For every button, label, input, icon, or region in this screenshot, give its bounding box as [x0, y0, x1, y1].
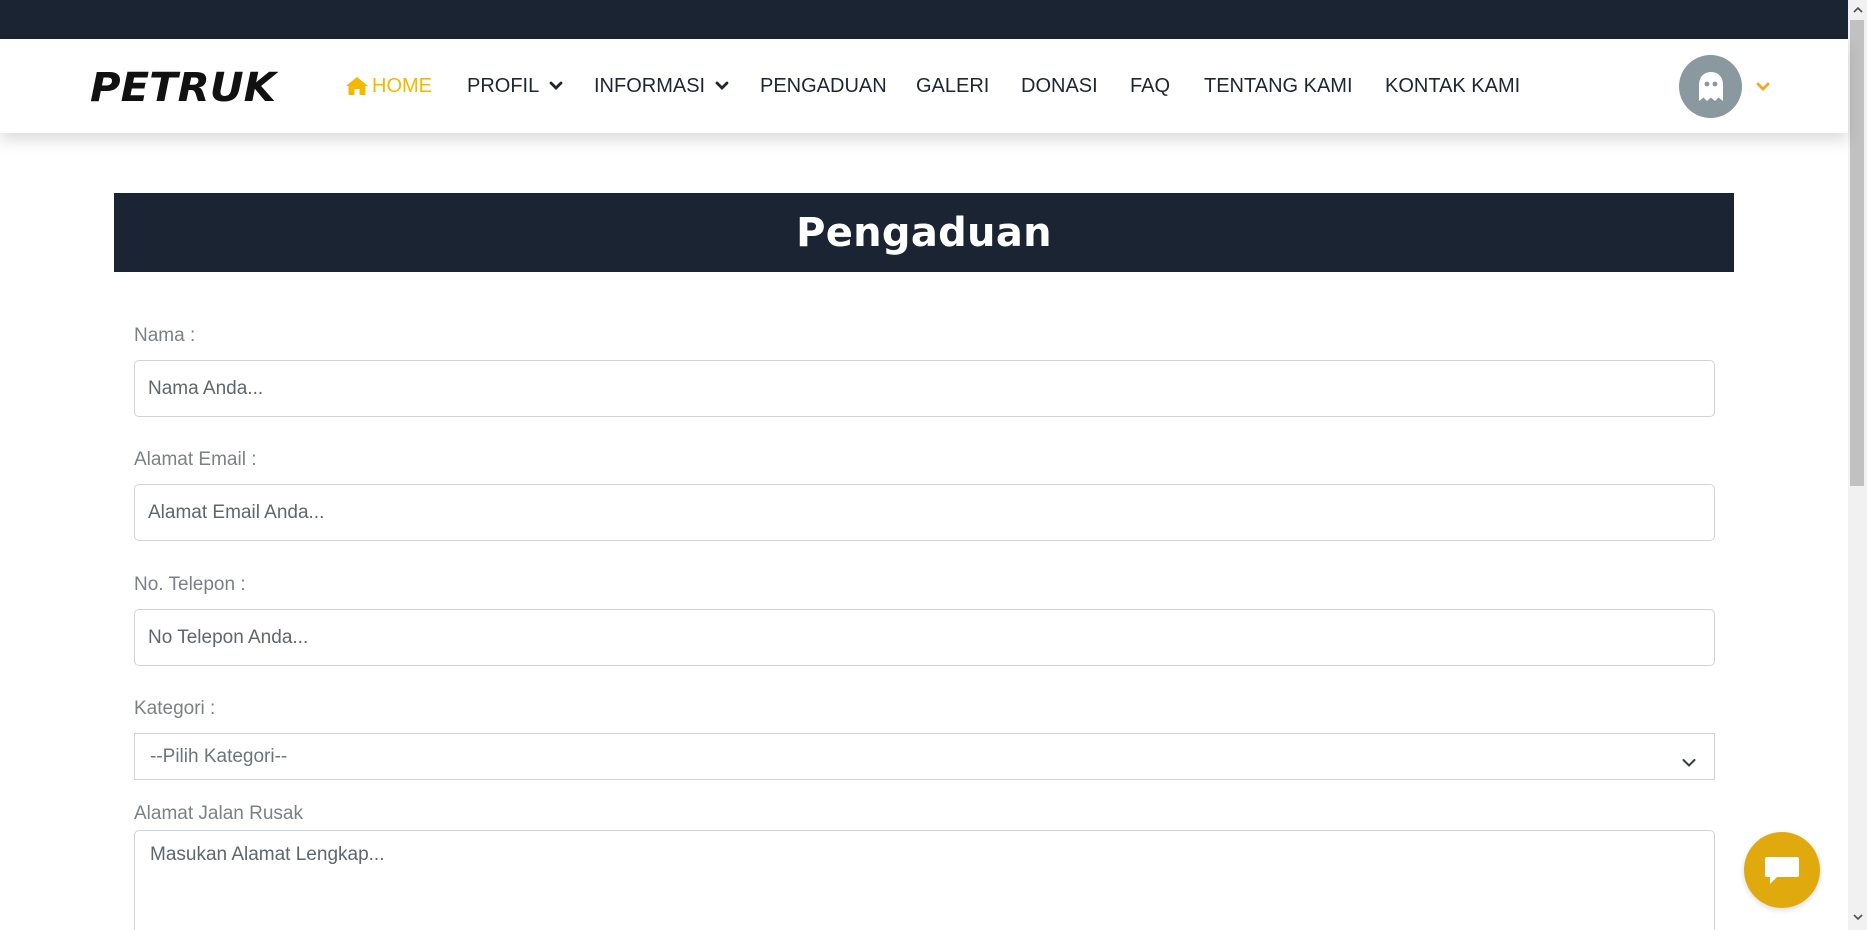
home-icon — [345, 76, 369, 96]
page-title-banner: Pengaduan — [114, 193, 1734, 272]
user-avatar[interactable] — [1679, 55, 1742, 118]
nama-field[interactable] — [134, 360, 1715, 417]
chat-bubble-icon — [1765, 857, 1799, 884]
nama-label: Nama : — [134, 325, 196, 346]
logo-text: PETRUK — [90, 65, 278, 109]
logo-wordmark: PETRUK — [90, 65, 278, 109]
nav-pengaduan-label: PENGADUAN — [760, 74, 887, 97]
nav-faq-label: FAQ — [1130, 74, 1171, 97]
alamat-label: Alamat Jalan Rusak — [134, 803, 303, 824]
email-label: Alamat Email : — [134, 449, 257, 470]
page-title: Pengaduan — [796, 209, 1052, 256]
scroll-up-arrow-icon[interactable] — [1848, 6, 1867, 16]
nav-tentang-kami[interactable]: TENTANG KAMI — [1204, 39, 1353, 133]
chevron-down-icon — [549, 81, 563, 91]
nav-donasi[interactable]: DONASI — [1021, 39, 1098, 133]
telepon-label: No. Telepon : — [134, 574, 246, 595]
nav-profil-label: PROFIL — [467, 74, 540, 97]
email-field[interactable] — [134, 484, 1715, 541]
nav-galeri[interactable]: GALERI — [916, 39, 989, 133]
kategori-select[interactable]: --Pilih Kategori-- — [134, 733, 1715, 780]
nav-donasi-label: DONASI — [1021, 74, 1098, 97]
nav-home-label: HOME — [372, 74, 432, 97]
telepon-field[interactable] — [134, 609, 1715, 666]
scroll-down-arrow-icon[interactable] — [1848, 913, 1867, 923]
chat-button[interactable] — [1744, 832, 1820, 908]
nav-galeri-label: GALERI — [916, 74, 990, 97]
chevron-down-icon — [715, 81, 729, 91]
chevron-down-icon — [1682, 752, 1696, 767]
page-scrollbar[interactable] — [1848, 0, 1867, 930]
navbar: PETRUK HOME PROFIL INFORMASI PENGADUAN G… — [0, 39, 1848, 133]
nav-faq[interactable]: FAQ — [1130, 39, 1170, 133]
nav-informasi-label: INFORMASI — [594, 74, 706, 97]
nav-kontak-kami[interactable]: KONTAK KAMI — [1385, 39, 1520, 133]
top-bar — [0, 0, 1848, 39]
nav-pengaduan[interactable]: PENGADUAN — [760, 39, 887, 133]
scroll-thumb[interactable] — [1850, 20, 1864, 486]
nav-profil[interactable]: PROFIL — [467, 39, 563, 133]
kategori-selected-value: --Pilih Kategori-- — [150, 745, 288, 767]
nav-informasi[interactable]: INFORMASI — [594, 39, 729, 133]
site-logo[interactable]: PETRUK — [88, 63, 278, 109]
nav-tentang-kami-label: TENTANG KAMI — [1204, 74, 1353, 97]
kategori-label: Kategori : — [134, 698, 216, 719]
nav-kontak-kami-label: KONTAK KAMI — [1385, 74, 1521, 97]
alamat-textarea[interactable] — [134, 830, 1715, 930]
user-menu-chevron-icon[interactable] — [1756, 79, 1770, 91]
ghost-icon — [1698, 71, 1723, 101]
nav-home[interactable]: HOME — [345, 39, 432, 133]
